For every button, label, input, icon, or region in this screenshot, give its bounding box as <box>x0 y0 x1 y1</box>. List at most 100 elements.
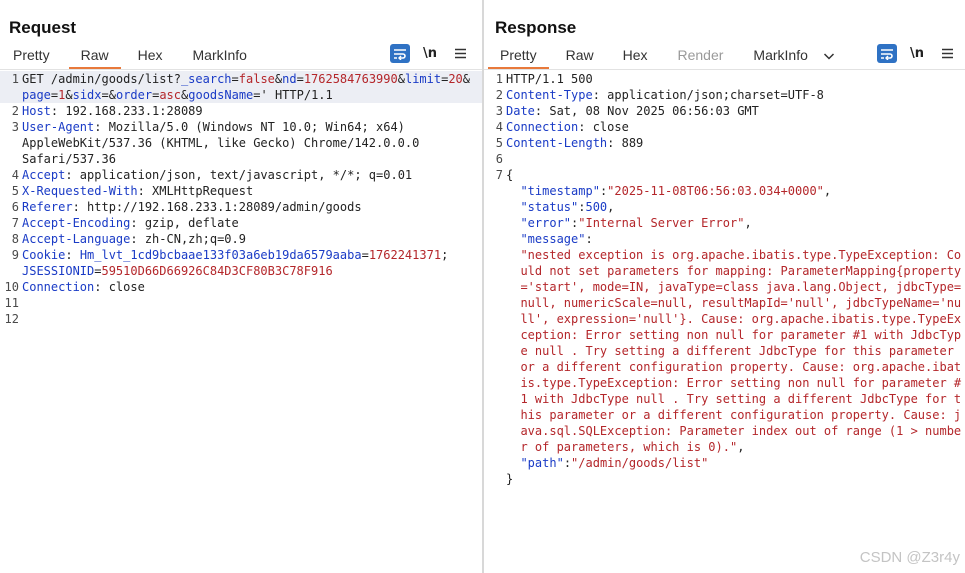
request-tab-markinfo[interactable]: MarkInfo <box>193 44 247 68</box>
line-number: 10 <box>4 280 19 294</box>
code-token: "timestamp" <box>520 184 600 198</box>
code-token: : 192.168.233.1:28089 <box>50 104 203 118</box>
code-text: JSESSIONID=59510D66D66926C84D3CF80B3C78F… <box>22 263 480 279</box>
code-token: = <box>361 248 369 262</box>
response-tab-underline <box>484 69 965 70</box>
code-token: =& <box>101 88 116 102</box>
code-line: ll', expression='null'}. Cause: org.apac… <box>484 311 965 327</box>
code-line: 5 X-Requested-With: XMLHttpRequest <box>0 183 482 199</box>
code-line: ava.sql.SQLException: Parameter index ou… <box>484 423 965 439</box>
code-token: : zh-CN,zh;q=0.9 <box>130 232 246 246</box>
code-text: "timestamp":"2025-11-08T06:56:03.034+000… <box>506 183 963 199</box>
code-token: , <box>607 200 615 214</box>
code-line: } <box>484 471 965 487</box>
code-token: Referer <box>22 200 73 214</box>
code-token: uld not set parameters for mapping: Para… <box>520 264 962 278</box>
response-menu-button[interactable] <box>937 44 957 63</box>
code-text: Connection: close <box>22 279 480 295</box>
line-number: 4 <box>11 168 19 182</box>
code-line: 9 Cookie: Hm_lvt_1cd9bcbaae133f03a6eb19da… <box>0 247 482 263</box>
response-word-wrap-button[interactable] <box>877 44 897 63</box>
code-text: AppleWebKit/537.36 (KHTML, like Gecko) C… <box>22 135 480 151</box>
code-text: Referer: http://192.168.233.1:28089/admi… <box>22 199 480 215</box>
code-line: null, numericScale=null, resultMapId='nu… <box>484 295 965 311</box>
code-token: : XMLHttpRequest <box>137 184 254 198</box>
code-text: "error":"Internal Server Error", <box>506 215 963 231</box>
code-text: 1 with JdbcType null . Try setting a dif… <box>506 391 963 407</box>
response-tab-raw[interactable]: Raw <box>566 44 594 68</box>
code-text: "path":"/admin/goods/list" <box>506 455 963 471</box>
code-token: = <box>296 72 304 86</box>
code-line: "status":500, <box>484 199 965 215</box>
code-token: "status" <box>520 200 579 214</box>
request-word-wrap-button[interactable] <box>390 44 410 63</box>
response-editor[interactable]: 1 HTTP/1.1 500 2 Content-Type: application/… <box>484 71 965 573</box>
code-token: his parameter or a different configurati… <box>520 408 962 422</box>
line-number: 1 <box>11 72 19 86</box>
code-token: or a different configuration property. C… <box>520 360 962 374</box>
request-menu-button[interactable] <box>450 44 470 63</box>
line-number: 5 <box>11 184 19 198</box>
code-token: : Mozilla/5.0 (Windows NT 10.0; Win64; x… <box>94 120 405 134</box>
request-tab-pretty[interactable]: Pretty <box>13 44 50 68</box>
code-token: : <box>65 248 80 262</box>
response-tab-markinfo[interactable]: MarkInfo <box>753 44 807 68</box>
response-tabs-overflow[interactable] <box>823 44 835 68</box>
code-text: page=1&sidx=&order=asc&goodsName=' HTTP/… <box>22 87 480 103</box>
code-line: 7 Accept-Encoding: gzip, deflate <box>0 215 482 231</box>
code-token: ception: Error setting non null for para… <box>520 328 962 342</box>
code-text: { <box>506 167 963 183</box>
request-editor[interactable]: 1 GET /admin/goods/list?_search=false&nd=… <box>0 71 482 573</box>
code-token: asc <box>159 88 182 102</box>
line-number: 7 <box>495 168 503 182</box>
response-newline-toggle[interactable]: \n <box>907 44 927 63</box>
code-token: Accept-Encoding <box>22 216 131 230</box>
code-token: , <box>737 440 745 454</box>
code-token: "2025-11-08T06:56:03.034+0000" <box>607 184 824 198</box>
code-token: X-Requested-With <box>22 184 138 198</box>
code-token: ava.sql.SQLException: Parameter index ou… <box>520 424 962 438</box>
code-token: : 889 <box>607 136 644 150</box>
line-number: 2 <box>495 88 503 102</box>
code-token: & <box>397 72 405 86</box>
code-line: "timestamp":"2025-11-08T06:56:03.034+000… <box>484 183 965 199</box>
code-token: User-Agent <box>22 120 95 134</box>
code-token: 1 with JdbcType null . Try setting a dif… <box>520 392 962 406</box>
code-line: AppleWebKit/537.36 (KHTML, like Gecko) C… <box>0 135 482 151</box>
code-line: "path":"/admin/goods/list" <box>484 455 965 471</box>
response-tab-hex[interactable]: Hex <box>623 44 648 68</box>
code-text: Date: Sat, 08 Nov 2025 06:56:03 GMT <box>506 103 963 119</box>
code-token: & <box>65 88 73 102</box>
code-line: 5 Content-Length: 889 <box>484 135 965 151</box>
code-token: goodsName <box>188 88 254 102</box>
response-tab-pretty[interactable]: Pretty <box>488 44 549 70</box>
code-line: is.type.TypeException: Error setting non… <box>484 375 965 391</box>
code-text: Content-Length: 889 <box>506 135 963 151</box>
code-token: : <box>563 456 572 470</box>
code-line: uld not set parameters for mapping: Para… <box>484 263 965 279</box>
request-tab-raw[interactable]: Raw <box>68 44 121 70</box>
code-text: Connection: close <box>506 119 963 135</box>
code-token: & <box>462 72 471 86</box>
code-line: 1 HTTP/1.1 500 <box>484 71 965 87</box>
line-number: 3 <box>495 104 503 118</box>
code-token: e null . Try setting a different JdbcTyp… <box>520 344 954 358</box>
watermark: CSDN @Z3r4y <box>859 549 960 566</box>
code-text: r of parameters, which is 0).", <box>506 439 963 455</box>
code-line: e null . Try setting a different JdbcTyp… <box>484 343 965 359</box>
request-newline-toggle[interactable]: \n <box>420 44 440 63</box>
code-token: = <box>231 72 239 86</box>
code-text: ava.sql.SQLException: Parameter index ou… <box>506 423 963 439</box>
code-token: ='start', mode=IN, javaType=class java.l… <box>520 280 962 294</box>
code-token: Accept-Language <box>22 232 131 246</box>
request-tab-hex[interactable]: Hex <box>138 44 163 68</box>
code-token: false <box>238 72 275 86</box>
code-line: 1 GET /admin/goods/list?_search=false&nd=… <box>0 71 482 87</box>
